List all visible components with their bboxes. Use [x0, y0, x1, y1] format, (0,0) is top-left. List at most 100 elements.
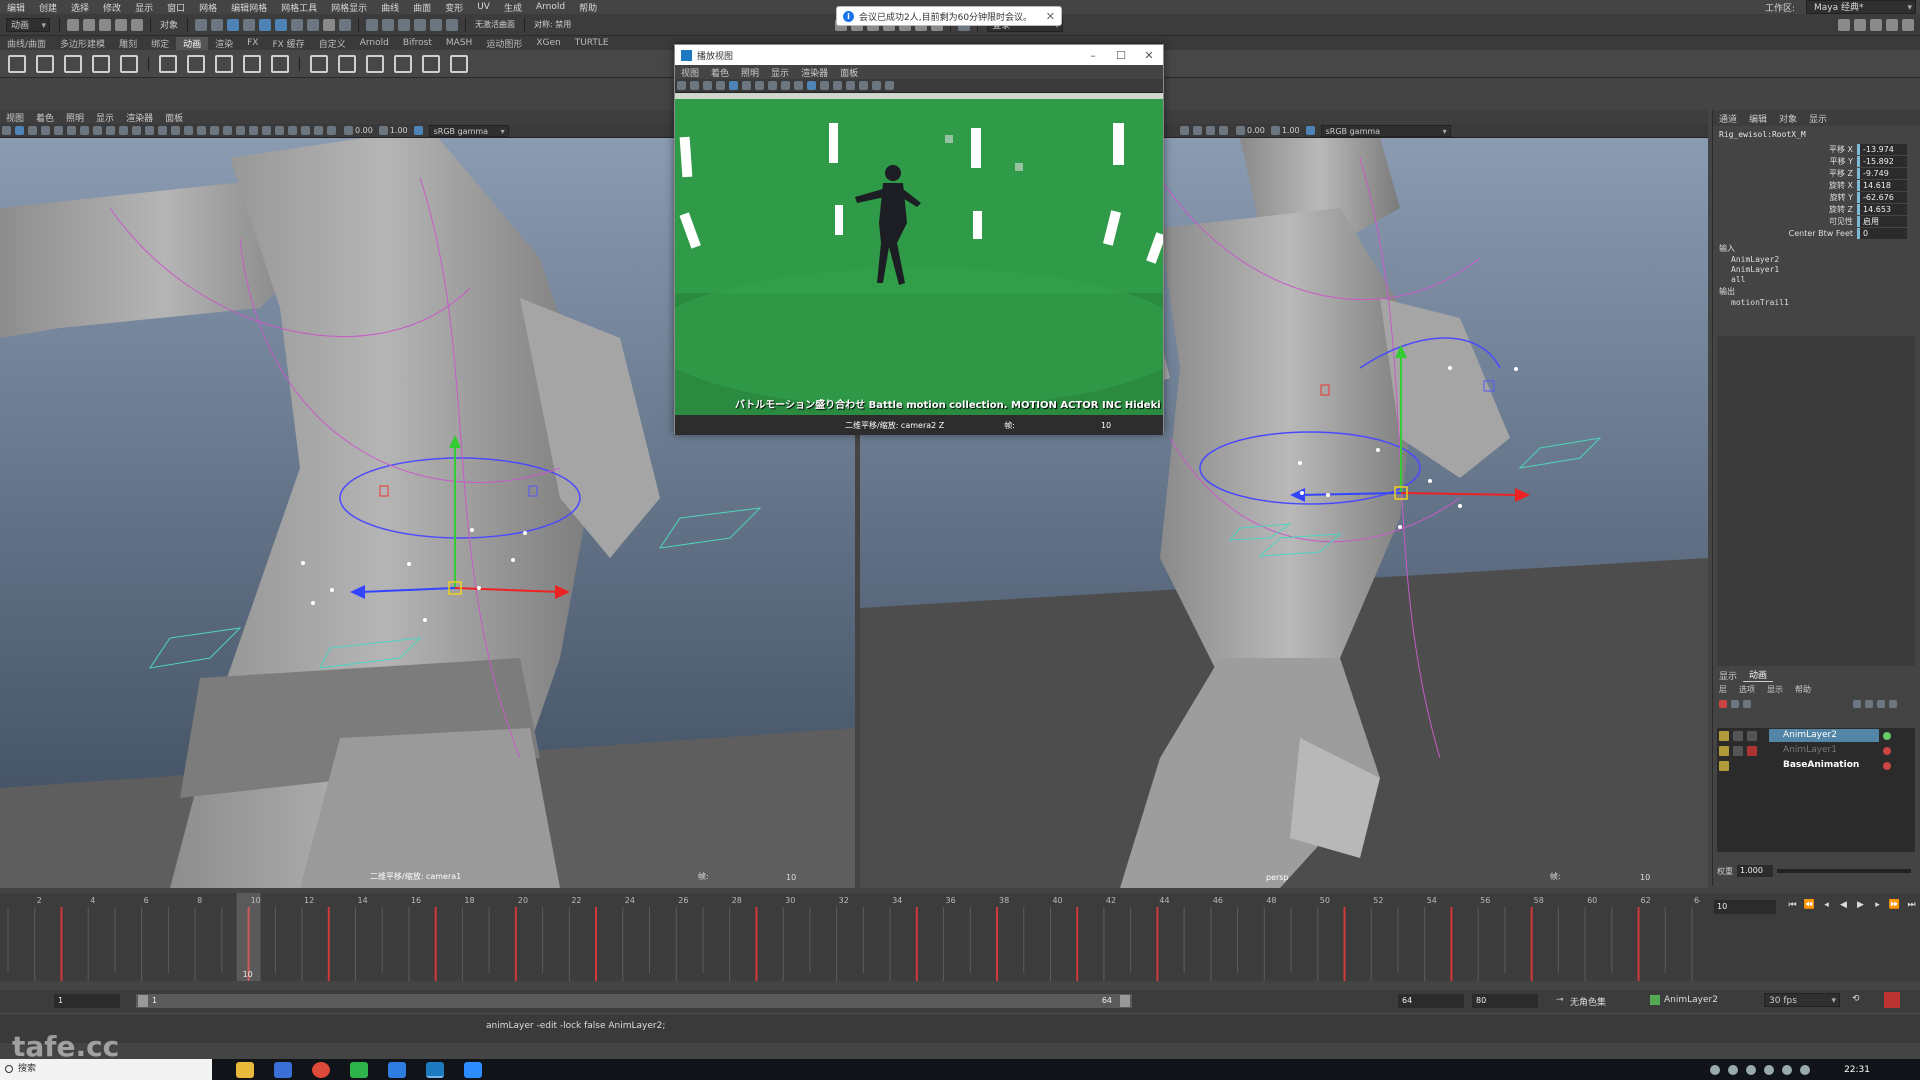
menu-display[interactable]: 显示 [128, 1, 160, 14]
color-management-icon[interactable] [413, 126, 423, 135]
shelf-tab[interactable]: 自定义 [312, 37, 353, 50]
tray-icon[interactable] [1728, 1064, 1739, 1075]
menu-create[interactable]: 创建 [32, 1, 64, 14]
wireframe-on-shaded-icon[interactable] [184, 126, 193, 135]
safe-action-icon[interactable] [145, 126, 154, 135]
character-set-label[interactable]: 无角色集 [1570, 995, 1606, 1008]
use-all-lights-icon[interactable] [833, 81, 842, 90]
menu-mesh-display[interactable]: 网格显示 [324, 1, 374, 14]
attribute-row[interactable]: Center Btw Feet 0 [1713, 227, 1920, 239]
ik-handle-icon[interactable] [187, 54, 205, 73]
shelf-tab[interactable]: Arnold [353, 38, 396, 48]
shelf-tab[interactable]: 曲线/曲面 [0, 37, 53, 50]
constraint-point-icon[interactable] [310, 54, 328, 73]
undo-icon[interactable] [115, 18, 127, 31]
range-bar[interactable]: 1 64 [136, 994, 1132, 1008]
window-menu-panels[interactable]: 面板 [834, 66, 864, 79]
file-explorer-icon[interactable] [236, 1061, 254, 1078]
resolution-gate-icon[interactable] [781, 81, 790, 90]
playblast-window[interactable]: 播放视图 – ☐ ✕ 视图 着色 照明 显示 渲染器 面板 バトルモーション盛り… [674, 44, 1164, 435]
depth-of-field-icon[interactable] [275, 126, 284, 135]
select-camera-icon[interactable] [2, 126, 11, 135]
film-gate-icon[interactable] [768, 81, 777, 90]
camera-attributes-icon[interactable] [690, 81, 699, 90]
go-to-start-icon[interactable]: ⏮ [1784, 900, 1801, 910]
zero-key-icon[interactable] [1719, 700, 1727, 708]
attribute-value[interactable]: 启用 [1857, 215, 1907, 227]
taskbar-search[interactable]: 搜索 [0, 1059, 212, 1080]
layer-name[interactable]: BaseAnimation [1769, 759, 1879, 772]
move-layer-up-icon[interactable] [1853, 700, 1861, 708]
window-menu-lighting[interactable]: 照明 [735, 66, 765, 79]
attribute-row[interactable]: 可见性 启用 [1713, 215, 1920, 227]
layer-row-animlayer1[interactable]: AnimLayer1 [1717, 743, 1915, 758]
layer-ghost-icon[interactable] [1743, 700, 1751, 708]
gamma-value[interactable]: 1.00 [1282, 126, 1300, 135]
shelf-tab[interactable]: 绑定 [144, 37, 176, 50]
active-layer-icon[interactable] [1883, 731, 1891, 740]
tray-icon[interactable] [1764, 1064, 1775, 1075]
shelf-tab[interactable]: 渲染 [208, 37, 240, 50]
smooth-shade-icon[interactable] [171, 126, 180, 135]
active-layer-icon[interactable] [1883, 761, 1891, 770]
menu-window[interactable]: 窗口 [160, 1, 192, 14]
menu-deform[interactable]: 变形 [438, 1, 470, 14]
range-start-handle[interactable] [138, 995, 148, 1007]
attribute-value[interactable]: 14.618 [1857, 179, 1907, 191]
snap-curve-icon[interactable] [382, 18, 395, 31]
attribute-value[interactable]: 14.653 [1857, 203, 1907, 215]
xray-joints-icon[interactable] [1206, 126, 1215, 135]
animation-end-field[interactable]: 80 [1472, 994, 1538, 1008]
ambient-occlusion-icon[interactable] [859, 81, 868, 90]
channel-box-icon[interactable] [1886, 18, 1898, 31]
gate-mask-icon[interactable] [119, 126, 128, 135]
snap-view-plane-icon[interactable] [414, 18, 427, 31]
constraint-aim-icon[interactable] [338, 54, 356, 73]
2d-pan-zoom-icon[interactable] [54, 126, 63, 135]
textured-icon[interactable] [820, 81, 829, 90]
window-menu-shading[interactable]: 着色 [705, 66, 735, 79]
window-menu-renderer[interactable]: 渲染器 [795, 66, 834, 79]
menu-help[interactable]: 帮助 [572, 1, 604, 14]
select-camera-icon[interactable] [677, 81, 686, 90]
shelf-tab[interactable]: FX [240, 38, 265, 48]
ambient-occlusion-icon[interactable] [236, 126, 245, 135]
lock-icon[interactable] [1719, 730, 1729, 741]
channel-box-tab[interactable]: 对象 [1773, 112, 1803, 125]
loop-icon[interactable]: ⟲ [1852, 994, 1860, 1004]
zoom-icon[interactable] [388, 1061, 406, 1078]
layer-tab-anim[interactable]: 动画 [1743, 668, 1774, 682]
chrome-icon[interactable] [312, 1061, 330, 1078]
lock-icon[interactable] [1719, 745, 1729, 756]
shelf-tab[interactable]: FX 缓存 [265, 37, 311, 50]
attribute-value[interactable]: -62.676 [1857, 191, 1907, 203]
tray-icon[interactable] [1710, 1064, 1721, 1075]
constraint-scale-icon[interactable] [394, 54, 412, 73]
breakdown-key-icon[interactable] [120, 54, 138, 73]
highlight-selection-icon[interactable] [339, 18, 352, 31]
maximize-icon[interactable]: ☐ [1107, 49, 1135, 62]
image-plane-icon[interactable] [716, 81, 725, 90]
snap-projected-icon[interactable] [446, 18, 459, 31]
menu-generate[interactable]: 生成 [497, 1, 529, 14]
attribute-row[interactable]: 旋转 Z 14.653 [1713, 203, 1920, 215]
exposure-value[interactable]: 0.00 [1247, 126, 1265, 135]
viewport-menu-panels[interactable]: 面板 [159, 111, 189, 124]
reference-video[interactable]: バトルモーション盛り合わせ Battle motion collection. … [675, 93, 1163, 415]
lock-icon[interactable] [1719, 760, 1729, 771]
menu-edit[interactable]: 编辑 [0, 1, 32, 14]
open-scene-icon[interactable] [83, 18, 95, 31]
select-hierarchy-icon[interactable] [195, 18, 208, 31]
constraint-parent-icon[interactable] [422, 54, 440, 73]
smooth-shade-icon[interactable] [807, 81, 816, 90]
solo-icon[interactable] [1733, 745, 1743, 756]
close-icon[interactable]: ✕ [1046, 10, 1055, 23]
new-scene-icon[interactable] [67, 18, 79, 31]
meeting-icon[interactable] [464, 1061, 482, 1078]
attribute-editor-icon[interactable] [1854, 18, 1866, 31]
select-component-icon[interactable] [227, 18, 240, 31]
attribute-value[interactable]: 0 [1857, 227, 1907, 239]
weight-slider[interactable] [1777, 869, 1911, 873]
current-frame-field[interactable]: 10 [1714, 900, 1776, 914]
playback-end-field[interactable]: 64 [1398, 994, 1464, 1008]
